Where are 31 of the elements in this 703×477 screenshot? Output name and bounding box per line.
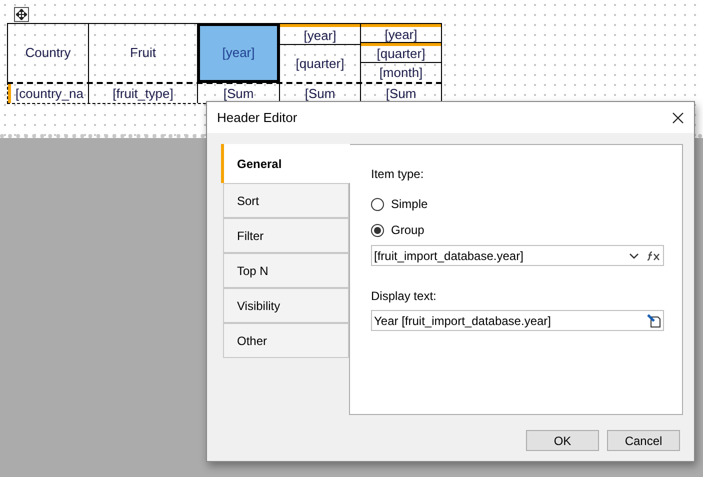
group-field-dropdown[interactable]: [fruit_import_database.year] (371, 245, 664, 266)
tab[interactable]: Sort (223, 183, 349, 218)
display-text-field[interactable]: Year [fruit_import_database.year] (371, 310, 664, 331)
edit-expression-icon[interactable] (647, 314, 661, 328)
item-type-label: Item type: (371, 166, 425, 183)
header-cell[interactable]: Country (8, 24, 88, 82)
function-icon[interactable] (647, 250, 661, 260)
radio-option[interactable]: Simple (371, 195, 428, 213)
data-cell[interactable]: [country_na (8, 84, 89, 103)
header-cell[interactable]: Fruit (89, 24, 197, 82)
tab[interactable]: Visibility (223, 288, 349, 323)
data-cell[interactable]: [fruit_type] (89, 84, 198, 103)
header-cell[interactable]: [year] (361, 24, 441, 43)
tab[interactable]: Top N (223, 253, 349, 288)
header-cell[interactable]: [quarter] (280, 45, 360, 82)
display-text-label: Display text: (371, 288, 438, 305)
header-cell[interactable]: [year] (198, 24, 279, 82)
dialog-button[interactable]: OK (526, 430, 599, 451)
dialog-title: Header Editor (217, 108, 298, 127)
tab[interactable]: Filter (223, 218, 349, 253)
header-cell[interactable]: [quarter] (361, 43, 441, 63)
header-cell[interactable]: [year] (280, 24, 360, 45)
radio-icon[interactable] (371, 224, 384, 236)
radio-icon[interactable] (371, 198, 384, 210)
tab[interactable]: Other (223, 323, 349, 358)
tab[interactable]: General (221, 144, 350, 183)
radio-option[interactable]: Group (371, 221, 424, 239)
dialog-button[interactable]: Cancel (607, 430, 680, 451)
move-handle-icon[interactable] (14, 7, 29, 22)
header-cell[interactable]: [month] (361, 63, 441, 82)
chevron-down-icon[interactable] (629, 252, 639, 258)
